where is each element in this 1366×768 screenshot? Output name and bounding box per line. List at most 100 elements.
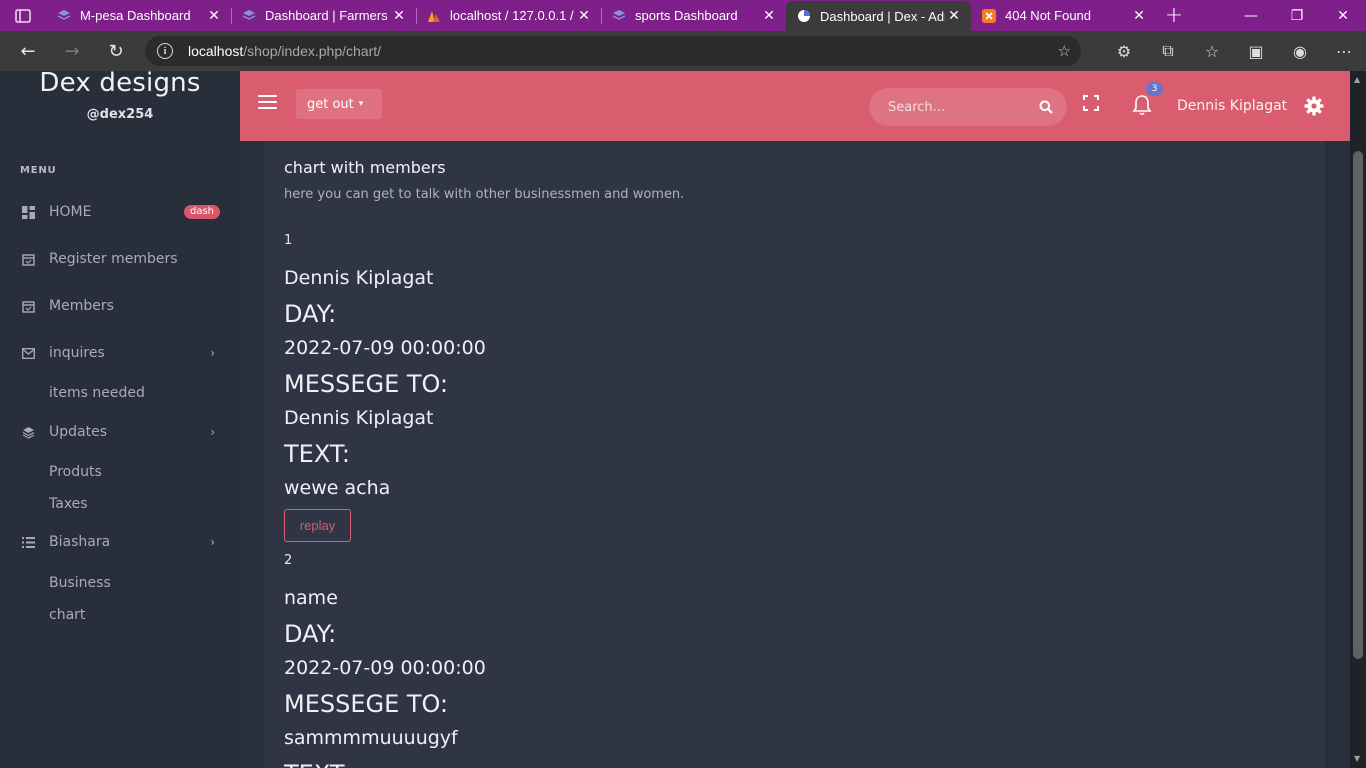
status-badge: dash xyxy=(183,205,220,219)
close-icon[interactable]: ✕ xyxy=(760,8,778,24)
tab-title: M-pesa Dashboard xyxy=(80,8,191,23)
add-favorite-icon[interactable]: ☆ xyxy=(1058,42,1071,60)
tab-actions-icon[interactable] xyxy=(0,0,46,31)
search-input[interactable] xyxy=(888,99,1028,115)
sidebar-subitem-items-needed[interactable]: items needed xyxy=(49,385,145,401)
browser-tab[interactable]: sports Dashboard ✕ xyxy=(601,0,786,31)
browser-tab[interactable]: M-pesa Dashboard ✕ xyxy=(46,0,231,31)
forward-button[interactable]: → xyxy=(50,31,94,71)
sidebar-item-members[interactable]: Members xyxy=(0,291,240,321)
favorites-icon[interactable]: ☆ xyxy=(1190,31,1234,71)
user-name[interactable]: Dennis Kiplagat xyxy=(1177,98,1287,114)
bell-icon[interactable] xyxy=(1132,94,1152,120)
chevron-right-icon: › xyxy=(210,535,215,549)
hamburger-menu-icon[interactable] xyxy=(258,95,277,113)
close-icon[interactable]: ✕ xyxy=(575,8,593,24)
page-scrollbar[interactable]: ▲ ▼ xyxy=(1350,71,1366,768)
close-icon[interactable]: ✕ xyxy=(205,8,223,24)
tab-title: sports Dashboard xyxy=(635,8,738,23)
reply-button[interactable]: replay xyxy=(284,509,351,542)
profile-avatar[interactable]: ◉ xyxy=(1278,31,1322,71)
dropdown-label: get out xyxy=(307,96,354,112)
close-icon[interactable]: ✕ xyxy=(1130,8,1148,24)
message-recipient: sammmmuuuugyf xyxy=(284,727,458,749)
page-subtitle: here you can get to talk with other busi… xyxy=(284,187,685,202)
get-out-dropdown[interactable]: get out ▾ xyxy=(296,89,382,119)
refresh-button[interactable]: ↻ xyxy=(94,31,138,71)
gear-icon[interactable] xyxy=(1304,96,1324,120)
site-info-icon[interactable]: i xyxy=(157,43,173,59)
sidebar-item-label: Members xyxy=(49,298,114,314)
pie-icon xyxy=(796,8,812,24)
layers-icon xyxy=(20,424,36,440)
search-icon[interactable] xyxy=(1039,99,1053,118)
scrollbar-thumb[interactable] xyxy=(1353,151,1363,659)
sidebar: Dex designs @dex254 MENU HOME dash Regis… xyxy=(0,71,240,768)
browser-tab[interactable]: localhost / 127.0.0.1 / s ✕ xyxy=(416,0,601,31)
list-icon xyxy=(20,534,36,550)
minimize-icon[interactable]: — xyxy=(1228,0,1274,31)
fullscreen-icon[interactable] xyxy=(1083,95,1099,115)
sidebar-subitem-produts[interactable]: Produts xyxy=(49,464,102,480)
chevron-right-icon: › xyxy=(210,346,215,360)
browser-tab-active[interactable]: Dashboard | Dex - Adm ✕ xyxy=(786,1,971,31)
url-text[interactable]: localhost/shop/index.php/chart/ xyxy=(188,43,381,59)
dashboard-icon xyxy=(20,204,36,220)
message-recipient: Dennis Kiplagat xyxy=(284,407,434,429)
sidebar-subitem-taxes[interactable]: Taxes xyxy=(49,496,88,512)
sidebar-subitem-chart[interactable]: chart xyxy=(49,607,85,623)
notification-count-badge: 3 xyxy=(1146,82,1163,96)
sidebar-item-label: Biashara xyxy=(49,534,111,550)
message-to-label: MESSEGE TO: xyxy=(284,690,449,718)
browser-tab[interactable]: 404 Not Found ✕ xyxy=(971,0,1156,31)
close-window-icon[interactable]: ✕ xyxy=(1320,0,1366,31)
browser-tab[interactable]: Dashboard | Farmers ch ✕ xyxy=(231,0,416,31)
layers-icon xyxy=(611,8,627,24)
chevron-down-icon: ▾ xyxy=(358,99,364,109)
close-icon[interactable]: ✕ xyxy=(945,8,963,24)
extension-icon[interactable]: ⚙ xyxy=(1102,31,1146,71)
tab-title: Dashboard | Dex - Adm xyxy=(820,8,945,24)
sidebar-item-label: inquires xyxy=(49,345,105,361)
sidebar-item-updates[interactable]: Updates › xyxy=(0,417,240,447)
sidebar-subitem-business[interactable]: Business xyxy=(49,575,111,591)
sidebar-item-biashara[interactable]: Biashara › xyxy=(0,527,240,557)
main-content: chart with members here you can get to t… xyxy=(264,141,1325,768)
back-button[interactable]: ← xyxy=(6,31,50,71)
more-menu-icon[interactable]: ⋯ xyxy=(1322,31,1366,71)
top-header: get out ▾ 3 Dennis Kiplagat xyxy=(240,71,1350,141)
sidebar-item-inquires[interactable]: inquires › xyxy=(0,338,240,368)
envelope-icon xyxy=(20,345,36,361)
message-sender: name xyxy=(284,587,338,609)
message-text: wewe acha xyxy=(284,477,391,499)
tab-title: localhost / 127.0.0.1 / s xyxy=(450,8,575,23)
phpmyadmin-icon xyxy=(426,8,442,24)
layers-icon xyxy=(56,8,72,24)
new-tab-button[interactable]: + xyxy=(1156,0,1192,31)
sidebar-item-home[interactable]: HOME dash xyxy=(0,197,240,227)
close-icon[interactable]: ✕ xyxy=(390,8,408,24)
text-label: TEXT: xyxy=(284,440,350,468)
scroll-down-icon[interactable]: ▼ xyxy=(1354,754,1360,763)
message-number: 1 xyxy=(284,233,293,248)
browser-tools: ⚙ ⧉ ☆ ▣ ◉ ⋯ xyxy=(1102,31,1366,71)
restore-icon[interactable]: ❐ xyxy=(1274,0,1320,31)
search-box[interactable] xyxy=(869,88,1067,126)
extensions-icon[interactable]: ⧉ xyxy=(1146,31,1190,71)
message-number: 2 xyxy=(284,553,293,568)
day-label: DAY: xyxy=(284,620,337,648)
tab-title: 404 Not Found xyxy=(1005,8,1092,23)
message-date: 2022-07-09 00:00:00 xyxy=(284,657,486,679)
text-label: TEXT: xyxy=(284,760,350,768)
message-date: 2022-07-09 00:00:00 xyxy=(284,337,486,359)
sidebar-item-label: HOME xyxy=(49,204,92,220)
sidebar-item-register-members[interactable]: Register members xyxy=(0,244,240,274)
window-controls: — ❐ ✕ xyxy=(1228,0,1366,31)
address-bar[interactable]: i localhost/shop/index.php/chart/ ☆ xyxy=(145,36,1081,66)
message-sender: Dennis Kiplagat xyxy=(284,267,434,289)
browser-toolbar: ← → ↻ i localhost/shop/index.php/chart/ … xyxy=(0,31,1366,71)
collections-icon[interactable]: ▣ xyxy=(1234,31,1278,71)
brand-handle: @dex254 xyxy=(86,107,154,122)
scroll-up-icon[interactable]: ▲ xyxy=(1354,75,1360,84)
sidebar-item-label: Updates xyxy=(49,424,107,440)
